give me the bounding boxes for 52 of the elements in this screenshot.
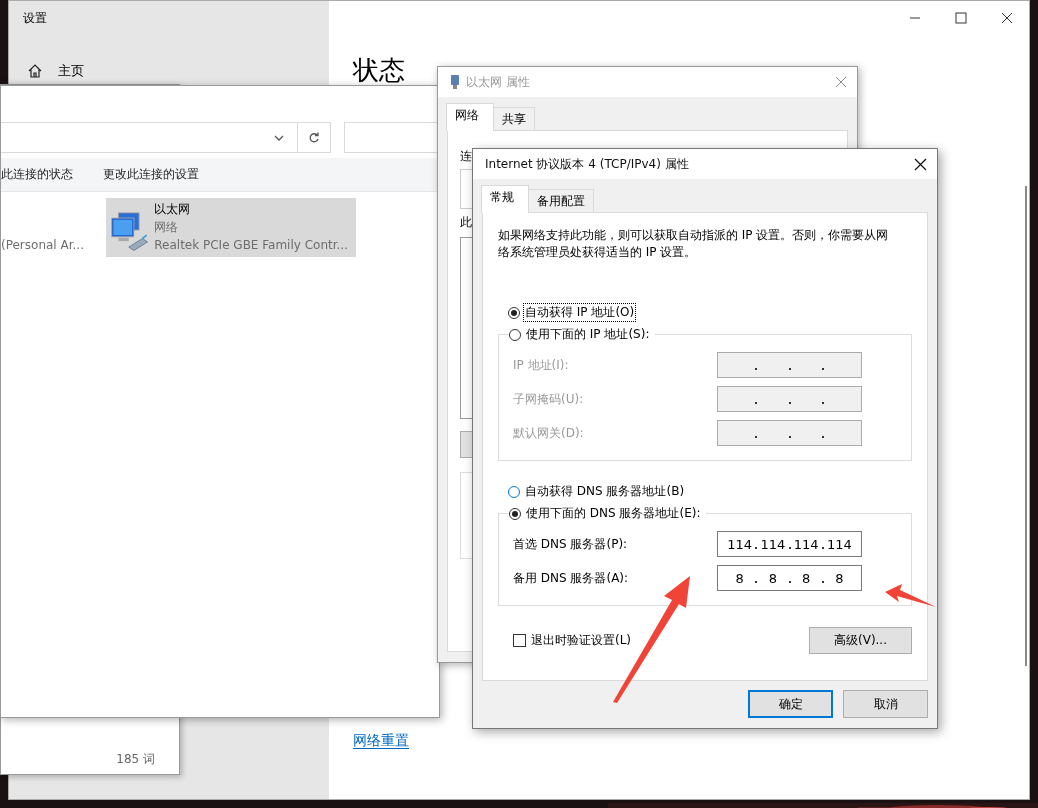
close-icon[interactable] <box>1001 12 1013 24</box>
refresh-icon <box>308 131 320 144</box>
radio-label[interactable]: 使用下面的 IP 地址(S): <box>524 325 652 344</box>
window-title: 以太网 属性 <box>466 73 530 91</box>
page-heading: 状态 <box>353 54 405 87</box>
close-icon[interactable] <box>914 157 927 171</box>
ok-button[interactable]: 确定 <box>748 690 833 718</box>
network-adapter-icon <box>450 74 460 90</box>
radio-button[interactable] <box>509 328 521 341</box>
ip-address-field[interactable]: 114 114 114 114 <box>717 531 862 557</box>
window-title: 设置 <box>23 10 47 27</box>
home-icon <box>27 63 43 79</box>
field-label: 备用 DNS 服务器(A): <box>513 569 630 587</box>
connection-item[interactable]: (Personal Ar... <box>1 198 92 257</box>
word-count: 185 词 <box>116 751 155 768</box>
ip-address-field[interactable]: 8 8 8 8 <box>717 565 862 591</box>
radio-label[interactable]: 自动获得 DNS 服务器地址(B) <box>523 482 687 501</box>
command-item[interactable]: 更改此连接的设置 <box>103 166 199 183</box>
advanced-button[interactable]: 高级(V)... <box>809 627 912 654</box>
connection-item[interactable]: 以太网 网络 Realtek PCIe GBE Family Contr... <box>106 198 356 257</box>
chevron-down-icon <box>274 134 284 141</box>
field-label: IP 地址(I): <box>513 356 570 374</box>
checkbox[interactable] <box>513 634 526 647</box>
nav-item[interactable]: 主页 <box>27 63 84 79</box>
refresh-button[interactable] <box>298 122 331 153</box>
field-label: 子网掩码(U): <box>513 390 585 408</box>
tab[interactable]: 备用配置 <box>528 189 594 212</box>
network-reset-link[interactable]: 网络重置 <box>353 732 409 749</box>
radio-button[interactable] <box>509 507 521 520</box>
device-name: Realtek PCIe GBE Family Contr... <box>154 237 348 254</box>
description-text: 如果网络支持此功能，则可以获取自动指派的 IP 设置。否则，你需要从网络系统管理员处获得适当的 IP 设置。 <box>498 227 890 261</box>
section-label: 此 <box>460 215 472 229</box>
checkbox-label[interactable]: 退出时验证设置(L) <box>529 631 634 650</box>
maximize-icon[interactable] <box>955 12 967 24</box>
window-title: Internet 协议版本 4 (TCP/IPv4) 属性 <box>485 155 689 173</box>
field-label: 首选 DNS 服务器(P): <box>513 535 629 553</box>
command-item[interactable]: 此连接的状态 <box>1 166 73 183</box>
tab[interactable]: 网络 <box>446 103 494 131</box>
arrow-annotation <box>885 584 936 607</box>
tab[interactable]: 常规 <box>481 185 529 213</box>
connection-name: 以太网 <box>154 201 192 218</box>
radio-label[interactable]: 自动获得 IP 地址(O) <box>523 303 637 322</box>
radio-label[interactable]: 使用下面的 DNS 服务器地址(E): <box>524 504 703 523</box>
radio-button[interactable] <box>508 306 520 319</box>
section-label: 连 <box>460 149 472 163</box>
tab[interactable]: 共享 <box>493 107 535 130</box>
radio-button[interactable] <box>508 485 520 498</box>
connection-type: 网络 <box>154 219 180 236</box>
field-label: 默认网关(D): <box>513 424 585 442</box>
device-name: (Personal Ar... <box>1 237 84 254</box>
scrollbar[interactable] <box>1025 186 1027 666</box>
cancel-button[interactable]: 取消 <box>843 690 928 718</box>
